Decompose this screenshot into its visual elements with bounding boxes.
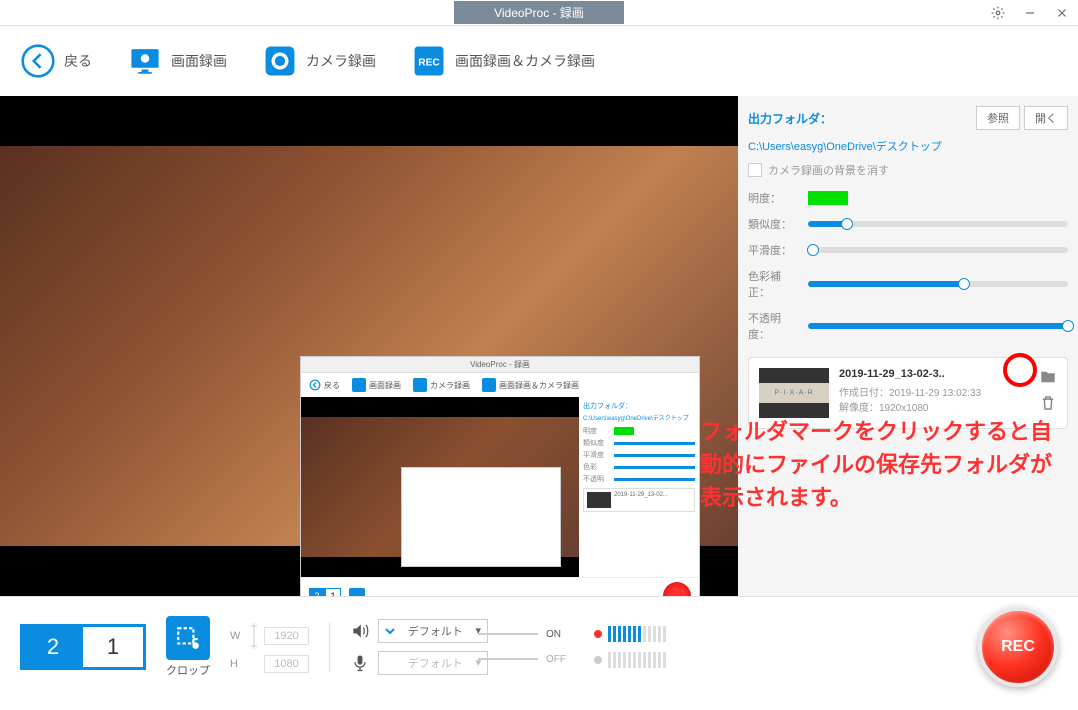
sidebar: 出力フォルダ： 参照 開く C:\Users\easyg\OneDrive\デス…: [738, 96, 1078, 596]
back-icon: [20, 43, 56, 79]
similarity-label: 類似度：: [748, 216, 798, 232]
nested-window: VideoProc - 録画 戻る 画面録画 カメラ録画 画面録画＆カメラ録画 …: [300, 356, 700, 596]
delete-icon[interactable]: [1039, 394, 1057, 412]
bottom-bar: 2 1 クロップ W 1920 H 1080 デフォルト ▾: [0, 596, 1078, 696]
height-value[interactable]: 1080: [264, 655, 309, 673]
crop-group: クロップ: [166, 616, 210, 678]
toolbar: 戻る 画面録画 カメラ録画 REC 画面録画＆カメラ録画: [0, 26, 1078, 96]
microphone-icon: [350, 653, 370, 673]
settings-icon[interactable]: [982, 0, 1014, 26]
screen-record-label: 画面録画: [171, 51, 227, 71]
camera-record-button[interactable]: カメラ録画: [262, 43, 376, 79]
brightness-label: 明度：: [748, 190, 798, 206]
output-folder-label: 出力フォルダ：: [748, 110, 972, 127]
color-correct-label: 色彩補正：: [748, 268, 798, 300]
minimize-button[interactable]: [1014, 0, 1046, 26]
speaker-icon: [350, 621, 370, 641]
camera-record-label: カメラ録画: [306, 51, 376, 71]
both-record-label: 画面録画＆カメラ録画: [455, 51, 595, 71]
screen-record-button[interactable]: 画面録画: [127, 43, 227, 79]
file-created: 作成日付：2019-11-29 13:02:33: [839, 384, 1029, 399]
mic-select[interactable]: デフォルト ▾: [378, 651, 488, 675]
speaker-toggle-line: [508, 633, 538, 635]
main-area: VideoProc - 録画 戻る 画面録画 カメラ録画 画面録画＆カメラ録画 …: [0, 96, 1078, 596]
back-button[interactable]: 戻る: [20, 43, 92, 79]
preview-area: VideoProc - 録画 戻る 画面録画 カメラ録画 画面録画＆カメラ録画 …: [0, 96, 738, 596]
smoothness-label: 平滑度：: [748, 242, 798, 258]
titlebar: VideoProc - 録画: [0, 0, 1078, 26]
width-value[interactable]: 1920: [264, 627, 309, 645]
monitor-1-button[interactable]: 1: [83, 627, 143, 667]
file-resolution: 解像度：1920x1080: [839, 399, 1029, 414]
smoothness-slider[interactable]: [808, 247, 1068, 253]
file-thumbnail: P·I·X·A·R: [759, 368, 829, 418]
nested-toolbar: 戻る 画面録画 カメラ録画 画面録画＆カメラ録画: [301, 373, 699, 397]
brightness-row: 明度：: [748, 190, 1068, 206]
close-button[interactable]: [1046, 0, 1078, 26]
camera-icon: [262, 43, 298, 79]
file-info: 2019-11-29_13-02-3.. 作成日付：2019-11-29 13:…: [839, 368, 1029, 418]
similarity-row: 類似度：: [748, 216, 1068, 232]
window-title: VideoProc - 録画: [454, 1, 624, 24]
vu-meters: [594, 626, 666, 668]
similarity-slider[interactable]: [808, 221, 1068, 227]
mic-toggle-line: [508, 658, 538, 660]
opacity-slider[interactable]: [808, 323, 1068, 329]
color-correct-row: 色彩補正：: [748, 268, 1068, 300]
crop-label: クロップ: [166, 662, 210, 678]
monitor-icon: [127, 43, 163, 79]
file-card[interactable]: P·I·X·A·R 2019-11-29_13-02-3.. 作成日付：2019…: [748, 357, 1068, 429]
crop-icon[interactable]: [166, 616, 210, 660]
file-name: 2019-11-29_13-02-3..: [839, 368, 1029, 380]
link-icon[interactable]: [248, 621, 260, 651]
speaker-indicator: [594, 630, 602, 638]
speaker-select[interactable]: デフォルト ▾: [378, 619, 488, 643]
dimensions-group: W 1920 H 1080: [230, 621, 309, 673]
opacity-label: 不透明度：: [748, 310, 798, 342]
divider: [329, 622, 330, 672]
erase-bg-row[interactable]: カメラ録画の背景を消す: [748, 162, 1068, 178]
rec-icon: REC: [411, 43, 447, 79]
erase-bg-label: カメラ録画の背景を消す: [768, 162, 889, 178]
open-button[interactable]: 開く: [1024, 106, 1068, 130]
window-controls: [982, 0, 1078, 26]
monitor-selector: 2 1: [20, 624, 146, 670]
erase-bg-checkbox[interactable]: [748, 163, 762, 177]
speaker-on-label[interactable]: ON: [546, 629, 574, 640]
height-label: H: [230, 658, 244, 670]
output-path[interactable]: C:\Users\easyg\OneDrive\デスクトップ: [748, 138, 1068, 154]
folder-icon[interactable]: [1039, 368, 1057, 386]
record-button[interactable]: REC: [978, 607, 1058, 687]
opacity-row: 不透明度：: [748, 310, 1068, 342]
brightness-swatch[interactable]: [808, 191, 848, 205]
smoothness-row: 平滑度：: [748, 242, 1068, 258]
mic-indicator: [594, 656, 602, 664]
mic-off-label[interactable]: OFF: [546, 654, 574, 665]
output-header: 出力フォルダ： 参照 開く: [748, 106, 1068, 130]
svg-text:REC: REC: [418, 57, 440, 68]
mic-vu-meter: [608, 652, 666, 668]
both-record-button[interactable]: REC 画面録画＆カメラ録画: [411, 43, 595, 79]
speaker-vu-meter: [608, 626, 666, 642]
color-correct-slider[interactable]: [808, 281, 1068, 287]
nested-titlebar: VideoProc - 録画: [301, 357, 699, 373]
browse-button[interactable]: 参照: [976, 106, 1020, 130]
audio-group: デフォルト ▾ デフォルト ▾: [350, 619, 488, 675]
width-label: W: [230, 630, 244, 642]
back-label: 戻る: [64, 51, 92, 71]
monitor-2-button[interactable]: 2: [23, 627, 83, 667]
